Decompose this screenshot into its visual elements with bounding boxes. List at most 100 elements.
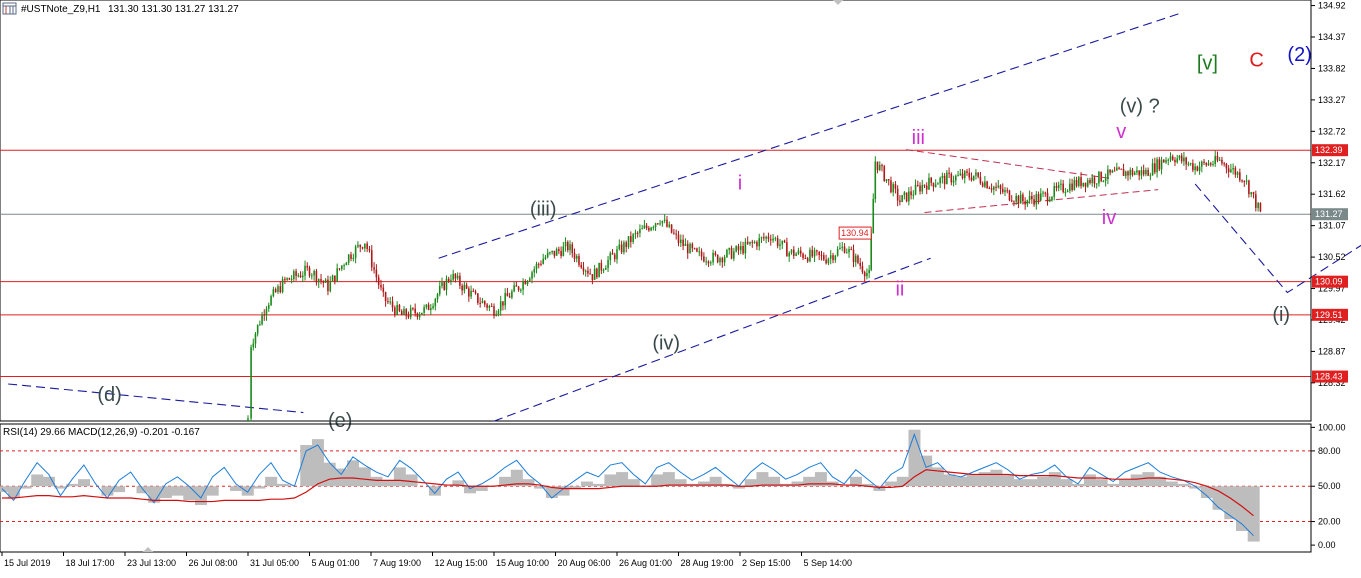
candle-body <box>843 246 846 253</box>
macd-hist-bar <box>616 472 629 487</box>
candle-body <box>899 200 901 202</box>
macd-hist-bar <box>1048 472 1061 487</box>
macd-hist-bar <box>1165 481 1178 487</box>
candle-body <box>564 241 567 247</box>
candle-body <box>546 252 549 258</box>
candle-body <box>432 306 434 309</box>
candle-body <box>813 250 816 257</box>
candle-body <box>1098 171 1100 184</box>
macd-hist-bar <box>1247 486 1260 542</box>
candle-body <box>345 262 348 266</box>
candle-body <box>802 253 804 258</box>
candle-body <box>1075 180 1078 186</box>
candle-body <box>320 278 322 281</box>
candle-body <box>405 309 408 316</box>
candle-body <box>834 255 837 261</box>
candle-body <box>668 224 671 227</box>
candle-body <box>1212 163 1214 165</box>
candle-body <box>645 225 648 228</box>
candle-body <box>423 307 425 313</box>
candle-body <box>910 191 912 196</box>
candle-body <box>343 265 345 267</box>
candle-body <box>763 237 765 239</box>
chart-window-icon[interactable] <box>2 2 17 15</box>
candle-body <box>522 281 524 290</box>
candle-body <box>981 183 984 187</box>
candle-body <box>1216 155 1219 161</box>
candle-body <box>866 273 868 277</box>
candle-body <box>508 296 511 298</box>
macd-hist-bar <box>896 476 909 487</box>
time-tick-label: 15 Aug 10:00 <box>496 558 549 568</box>
time-tick-label: 5 Sep 14:00 <box>804 558 853 568</box>
time-tick-label: 28 Aug 19:00 <box>681 558 734 568</box>
candle-body <box>311 275 313 277</box>
candle-body <box>277 286 279 292</box>
candle-body <box>657 223 659 225</box>
candle-body <box>368 248 371 251</box>
candle-body <box>272 289 275 297</box>
candle-body <box>463 284 466 291</box>
candle-body <box>767 236 770 240</box>
macd-hist-bar <box>311 439 324 487</box>
candle-body <box>322 280 325 283</box>
candle-body <box>934 184 937 187</box>
candle-body <box>984 181 986 187</box>
candle-body <box>1257 202 1259 209</box>
macd-hist-bar <box>1013 479 1026 487</box>
macd-hist-bar <box>627 479 640 487</box>
candle-body <box>472 290 475 292</box>
candle-body <box>1017 195 1020 204</box>
candle-body <box>1028 196 1031 201</box>
candle-body <box>1066 190 1069 192</box>
candle-body <box>806 258 809 262</box>
candle-body <box>707 261 710 264</box>
candle-body <box>627 236 630 248</box>
candle-body <box>441 282 443 287</box>
macd-hist-bar <box>1002 474 1015 487</box>
candle-body <box>822 255 825 260</box>
candle-body <box>493 306 495 316</box>
candle-body <box>1118 167 1120 169</box>
candle-body <box>941 175 944 179</box>
candle-body <box>347 254 350 263</box>
candle-body <box>988 188 991 190</box>
candle-body <box>714 252 717 255</box>
candle-body <box>1033 199 1035 205</box>
candle-body <box>336 268 338 282</box>
candle-body <box>438 286 441 295</box>
candle-body <box>887 179 890 181</box>
candle-body <box>979 176 982 184</box>
macd-hist-bar <box>405 474 418 487</box>
candle-body <box>1089 180 1091 183</box>
candle-body <box>955 175 957 181</box>
candle-body <box>883 166 886 181</box>
candle-body <box>573 253 576 259</box>
macd-hist-bar <box>1177 483 1190 487</box>
candle-body <box>696 248 698 252</box>
candle-body <box>788 252 790 257</box>
candle-body <box>299 275 302 278</box>
macd-hist-bar <box>756 472 769 487</box>
candle-body <box>1010 200 1013 202</box>
candle-body <box>329 281 332 292</box>
candle-body <box>447 278 450 282</box>
candle-body <box>1026 200 1029 205</box>
candle-body <box>854 255 857 263</box>
candle-body <box>434 299 437 307</box>
macd-hist-bar <box>241 486 254 496</box>
candle-body <box>666 219 668 227</box>
candle-body <box>1057 184 1060 189</box>
candle-body <box>1129 169 1132 176</box>
candle-body <box>293 271 295 280</box>
candle-body <box>709 262 712 264</box>
candle-body <box>247 418 249 422</box>
candle-body <box>1053 186 1056 197</box>
candle-body <box>1259 202 1262 212</box>
candle-body <box>990 188 993 190</box>
macd-hist-bar <box>1107 483 1120 487</box>
candle-body <box>517 286 520 291</box>
candle-body <box>946 172 948 185</box>
candle-body <box>445 278 448 290</box>
candle-body <box>1232 167 1234 170</box>
